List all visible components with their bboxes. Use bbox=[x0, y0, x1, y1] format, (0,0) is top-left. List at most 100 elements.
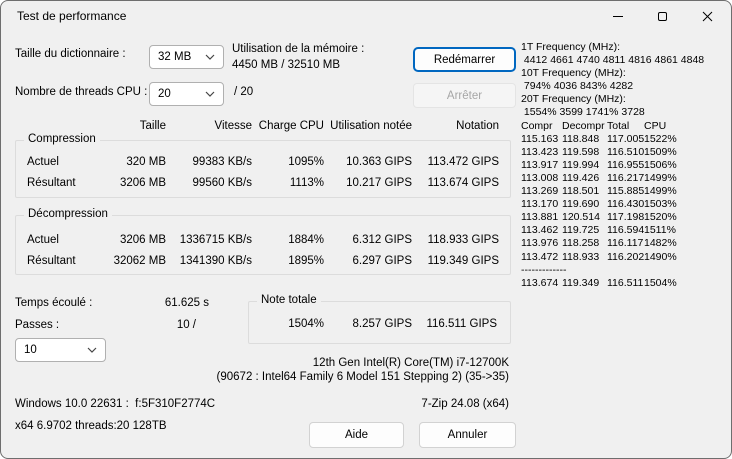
windows-version-line: Windows 10.0 22631 : f:5F310F2774C bbox=[15, 398, 216, 410]
titlebar: Test de performance bbox=[1, 1, 731, 31]
log-cell: 115.163 bbox=[521, 132, 559, 145]
log-cell: 118.848 bbox=[562, 132, 600, 145]
log-cell: 113.462 bbox=[521, 224, 559, 237]
minimize-icon bbox=[612, 16, 623, 17]
log-cell: 119.994 bbox=[562, 158, 600, 171]
dictionary-size-select[interactable]: 32 MB bbox=[149, 45, 224, 69]
total-rating-value: 116.511 GIPS bbox=[426, 318, 497, 330]
log-cell: 120.514 bbox=[562, 211, 600, 224]
log-row: 113.170 119.690 116.430 1503% bbox=[521, 198, 704, 211]
log-cell: 113.917 bbox=[521, 158, 559, 171]
log-cell: 119.690 bbox=[562, 198, 600, 211]
benchmark-log: 1T Frequency (MHz): 4412 4661 4740 4811 … bbox=[521, 41, 704, 290]
log-cell: 118.933 bbox=[562, 250, 600, 263]
threads-total: / 20 bbox=[234, 86, 254, 98]
cell-cpu: 1113% bbox=[289, 177, 324, 189]
log-cell: 118.258 bbox=[562, 237, 600, 250]
log-cell: 119.598 bbox=[562, 145, 600, 158]
cpu-model-line: 12th Gen Intel(R) Core(TM) i7-12700K bbox=[312, 357, 509, 369]
log-cell: 1506% bbox=[644, 158, 677, 171]
cell-usage: 10.363 GIPS bbox=[346, 156, 412, 168]
log-cell: Compr bbox=[521, 119, 553, 132]
arch-info-line: x64 6.9702 threads:20 128TB bbox=[15, 420, 167, 432]
log-cell: 1520% bbox=[644, 211, 677, 224]
log-cell: 119.725 bbox=[562, 224, 600, 237]
benchmark-dialog: Test de performance Taille du dictionnai… bbox=[0, 0, 732, 459]
log-cell: 113.008 bbox=[521, 171, 559, 184]
restart-button[interactable]: Redémarrer bbox=[413, 47, 516, 72]
log-row: 113.881 120.514 117.198 1520% bbox=[521, 211, 704, 224]
cell-size: 3206 MB bbox=[119, 234, 166, 246]
memory-usage-label: Utilisation de la mémoire : bbox=[232, 43, 365, 55]
chevron-down-icon bbox=[205, 91, 215, 97]
log-cell: 113.674 bbox=[521, 276, 559, 289]
help-button[interactable]: Aide bbox=[309, 422, 404, 448]
log-row: 113.472 118.933 116.202 1490% bbox=[521, 251, 704, 264]
log-row: 113.917 119.994 116.955 1506% bbox=[521, 159, 704, 172]
passes-select[interactable]: 10 bbox=[15, 338, 106, 362]
log-cell: 113.423 bbox=[521, 145, 559, 158]
frequency-line: 1554% 3599 1741% 3728 bbox=[521, 106, 645, 119]
log-row: 115.163 118.848 117.005 1522% bbox=[521, 133, 704, 146]
cell-size: 3206 MB bbox=[119, 177, 166, 189]
log-row: 113.423 119.598 116.510 1509% bbox=[521, 146, 704, 159]
frequency-line: 794% 4036 843% 4282 bbox=[521, 80, 634, 93]
log-cell: 1499% bbox=[644, 171, 677, 184]
frequency-line: 20T Frequency (MHz): bbox=[521, 93, 626, 106]
close-icon bbox=[702, 11, 713, 22]
row-label: Actuel bbox=[27, 156, 59, 168]
row-label: Résultant bbox=[27, 255, 76, 267]
log-row: 113.269 118.501 115.885 1499% bbox=[521, 185, 704, 198]
log-cell: 119.349 bbox=[562, 276, 600, 289]
cell-cpu: 1884% bbox=[288, 234, 324, 246]
threads-value: 20 bbox=[158, 88, 171, 100]
cell-speed: 99383 KB/s bbox=[192, 156, 252, 168]
cell-speed: 1341390 KB/s bbox=[179, 255, 252, 267]
window-controls bbox=[595, 2, 730, 31]
column-header-size: Taille bbox=[139, 120, 166, 132]
log-cell: 116.117 bbox=[607, 237, 644, 250]
log-cell: 116.594 bbox=[607, 224, 645, 237]
log-cell: 1490% bbox=[644, 250, 677, 263]
dictionary-size-value: 32 MB bbox=[158, 51, 192, 63]
minimize-button[interactable] bbox=[595, 2, 640, 31]
log-cell: 1482% bbox=[644, 237, 677, 250]
cancel-button[interactable]: Annuler bbox=[419, 422, 516, 448]
log-row: 113.976 118.258 116.117 1482% bbox=[521, 237, 704, 250]
log-cell: 113.976 bbox=[521, 237, 559, 250]
window-title: Test de performance bbox=[17, 9, 127, 23]
cell-rating: 113.674 GIPS bbox=[427, 177, 499, 189]
column-header-usage: Utilisation notée bbox=[330, 120, 412, 132]
log-cell: 113.170 bbox=[521, 198, 559, 211]
total-cpu-value: 1504% bbox=[288, 318, 324, 330]
stop-button[interactable]: Arrêter bbox=[413, 83, 516, 108]
decompression-group-title: Décompression bbox=[24, 208, 112, 220]
cpu-family-line: (90672 : Intel64 Family 6 Model 151 Step… bbox=[216, 371, 509, 383]
log-row: 113.462 119.725 116.594 1511% bbox=[521, 224, 704, 237]
log-cell: 115.885 bbox=[607, 185, 645, 198]
frequency-line: 10T Frequency (MHz): bbox=[521, 67, 626, 80]
close-button[interactable] bbox=[685, 2, 730, 31]
row-label: Actuel bbox=[27, 234, 59, 246]
sevenzip-version: 7-Zip 24.08 (x64) bbox=[421, 398, 509, 410]
threads-select[interactable]: 20 bbox=[149, 82, 224, 106]
log-cell: 117.198 bbox=[607, 211, 645, 224]
cell-usage: 6.312 GIPS bbox=[352, 234, 412, 246]
maximize-button[interactable] bbox=[640, 2, 685, 31]
passes-value: 10 / bbox=[176, 319, 196, 331]
passes-label: Passes : bbox=[15, 319, 60, 331]
cell-rating: 119.349 GIPS bbox=[427, 255, 499, 267]
log-cell: 116.202 bbox=[607, 250, 645, 263]
log-cell: Total bbox=[607, 119, 630, 132]
log-cell: 1503% bbox=[644, 198, 677, 211]
log-cell: 118.501 bbox=[562, 185, 600, 198]
chevron-down-icon bbox=[87, 347, 97, 353]
row-label: Résultant bbox=[27, 177, 76, 189]
log-cell: 116.511 bbox=[607, 276, 644, 289]
elapsed-label: Temps écoulé : bbox=[15, 297, 93, 309]
cell-usage: 10.217 GIPS bbox=[346, 177, 412, 189]
log-cell: 1499% bbox=[644, 185, 677, 198]
log-cell: 119.426 bbox=[562, 171, 600, 184]
log-row: 113.008 119.426 116.217 1499% bbox=[521, 172, 704, 185]
compression-group: Compression bbox=[15, 133, 511, 198]
